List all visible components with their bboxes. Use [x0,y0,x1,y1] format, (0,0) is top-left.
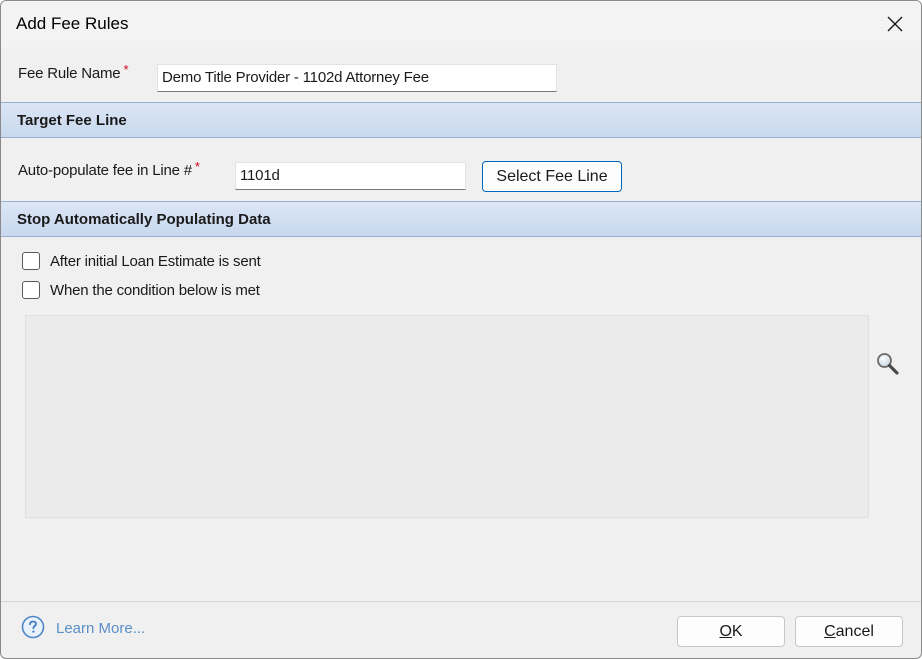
close-button[interactable] [869,1,921,47]
auto-populate-line-label: Auto-populate fee in Line # * [18,159,200,179]
after-initial-le-option[interactable]: After initial Loan Estimate is sent [22,252,261,270]
dialog-title: Add Fee Rules [16,14,129,33]
cancel-button[interactable]: Cancel [795,616,903,647]
required-marker: * [123,62,129,77]
learn-more-link[interactable]: Learn More... [56,620,145,637]
fee-rule-name-input[interactable]: Demo Title Provider - 1102d Attorney Fee [157,64,557,92]
stop-populating-header: Stop Automatically Populating Data [1,201,921,237]
ok-button-label: K [731,622,743,640]
required-marker: * [194,159,200,174]
after-initial-le-checkbox[interactable] [22,252,40,270]
condition-met-checkbox[interactable] [22,281,40,299]
auto-populate-line-label-text: Auto-populate fee in Line # [18,162,192,179]
cancel-button-mnemonic: C [824,622,836,640]
condition-expression-area[interactable] [25,315,869,518]
target-fee-line-header: Target Fee Line [1,102,921,138]
cancel-button-label: ancel [835,622,874,640]
help-button[interactable] [21,615,45,639]
fee-line-input[interactable]: 1101d [235,162,466,190]
magnifier-icon [877,353,899,375]
condition-search-button[interactable] [875,351,901,377]
ok-button[interactable]: OK [677,616,785,647]
add-fee-rules-dialog: Add Fee Rules Fee Rule Name * Demo Title … [0,0,922,659]
after-initial-le-label[interactable]: After initial Loan Estimate is sent [50,253,261,270]
condition-met-label[interactable]: When the condition below is met [50,282,260,299]
question-circle-icon [21,615,45,639]
fee-rule-name-label: Fee Rule Name * [18,62,129,82]
close-icon [887,16,903,32]
title-bar: Add Fee Rules [1,1,921,47]
footer-divider [1,601,921,602]
fee-rule-name-label-text: Fee Rule Name [18,65,121,82]
select-fee-line-button[interactable]: Select Fee Line [482,161,622,192]
condition-met-option[interactable]: When the condition below is met [22,281,260,299]
ok-button-mnemonic: O [719,622,732,640]
